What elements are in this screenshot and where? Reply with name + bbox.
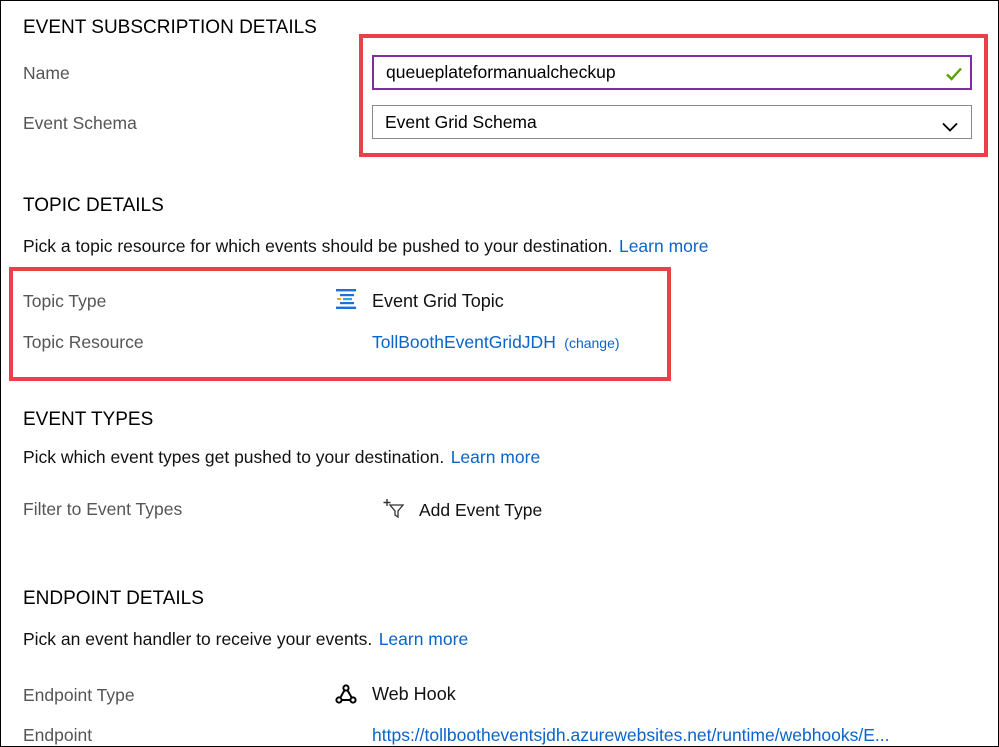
endpoint-learn-more-link[interactable]: Learn more [379,629,469,649]
topic-learn-more-link[interactable]: Learn more [619,236,709,256]
endpoint-url-link[interactable]: https://tollbootheventsjdh.azurewebsites… [372,725,890,746]
event-types-description-text: Pick which event types get pushed to you… [23,447,445,467]
filter-event-types-label: Filter to Event Types [23,499,183,519]
event-types-heading: EVENT TYPES [23,409,154,430]
add-filter-icon [383,497,405,524]
endpoint-description: Pick an event handler to receive your ev… [23,629,468,650]
name-input[interactable]: queueplateformanualcheckup [372,55,972,90]
event-schema-value: Event Grid Schema [385,111,537,132]
checkmark-icon [946,65,962,86]
topic-resource-label: Topic Resource [23,332,144,352]
topic-type-value: Event Grid Topic [372,291,504,311]
topic-description-text: Pick a topic resource for which events s… [23,236,613,256]
endpoint-type-value: Web Hook [372,684,456,704]
topic-details-heading: TOPIC DETAILS [23,195,164,216]
event-grid-topic-icon [334,287,358,316]
subscription-details-heading: EVENT SUBSCRIPTION DETAILS [23,17,317,38]
topic-resource-change-link[interactable]: (change) [564,335,619,351]
add-event-type-button[interactable]: Add Event Type [383,497,542,524]
topic-resource-link[interactable]: TollBoothEventGridJDH [372,332,556,352]
topic-description: Pick a topic resource for which events s… [23,236,708,257]
event-schema-select[interactable]: Event Grid Schema [372,105,972,139]
event-types-description: Pick which event types get pushed to you… [23,447,540,468]
endpoint-type-label: Endpoint Type [23,685,135,705]
endpoint-description-text: Pick an event handler to receive your ev… [23,629,373,649]
event-subscription-form: EVENT SUBSCRIPTION DETAILS Name queuepla… [0,0,999,747]
topic-type-label: Topic Type [23,291,107,311]
event-schema-label: Event Schema [23,113,137,133]
topic-resource: TollBoothEventGridJDH (change) [372,332,620,353]
event-types-learn-more-link[interactable]: Learn more [451,447,541,467]
name-input-value: queueplateformanualcheckup [386,62,616,82]
topic-highlight-box [9,267,671,381]
add-event-type-label: Add Event Type [419,500,543,520]
name-label: Name [23,63,70,83]
chevron-down-icon [942,116,958,137]
webhook-icon [334,682,358,711]
endpoint-label: Endpoint [23,725,93,745]
endpoint-details-heading: ENDPOINT DETAILS [23,588,204,609]
